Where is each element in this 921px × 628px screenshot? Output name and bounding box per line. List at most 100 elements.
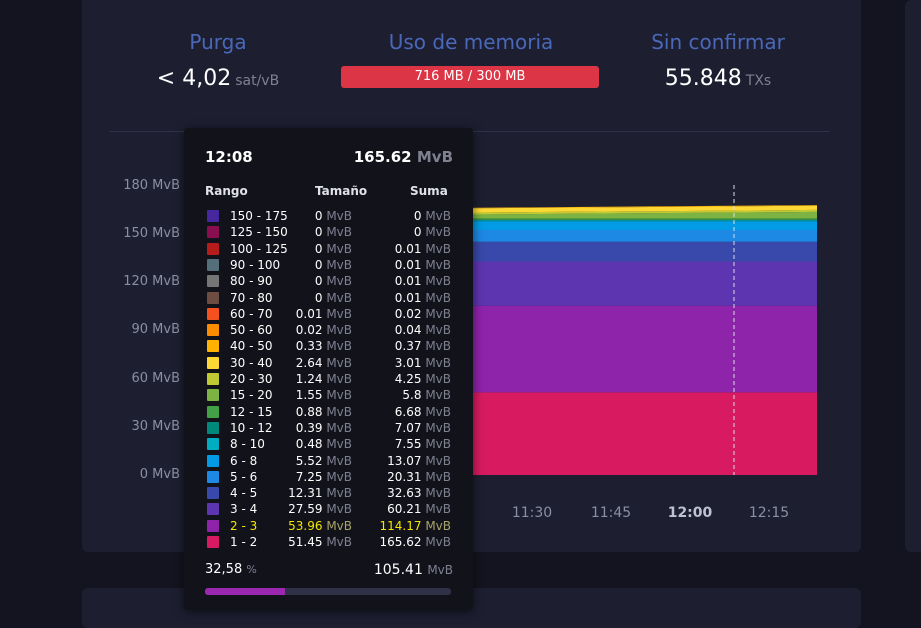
tooltip-row: 3 - 4 27.59 MvB 60.21 MvB	[205, 501, 455, 517]
range-size: 7.25 MvB	[296, 469, 352, 485]
range-sum-unit: MvB	[425, 339, 451, 354]
range-label: 10 - 12	[230, 420, 273, 435]
range-sum-unit: MvB	[425, 323, 451, 338]
range-size-unit: MvB	[326, 355, 352, 370]
range-sum-value: 20.31	[387, 469, 422, 484]
range-sum: 4.25 MvB	[395, 371, 451, 387]
range-swatch	[207, 275, 219, 288]
range-size-unit: MvB	[326, 323, 352, 338]
range-sum-value: 7.07	[394, 420, 422, 435]
range-size-value: 12.31	[288, 486, 323, 501]
range-sum-unit: MvB	[425, 502, 451, 517]
tooltip-row: 30 - 40 2.64 MvB 3.01 MvB	[205, 355, 455, 371]
range-size-unit: MvB	[326, 339, 352, 354]
range-sum: 0.01 MvB	[395, 257, 451, 273]
x-axis-label: 12:15	[748, 505, 790, 521]
range-size: 0.88 MvB	[296, 404, 352, 420]
range-sum-value: 165.62	[379, 535, 422, 549]
range-swatch	[207, 210, 219, 222]
tooltip-row: 10 - 12 0.39 MvB 7.07 MvB	[205, 420, 455, 436]
x-axis-label: 11:45	[590, 505, 632, 521]
tooltip-row: 125 - 150 0 MvB 0 MvB	[205, 224, 455, 240]
range-size-value: 1.24	[295, 372, 323, 386]
range-size-unit: MvB	[326, 469, 352, 484]
range-size-value: 5.52	[295, 453, 323, 468]
range-label: 4 - 5	[230, 486, 258, 501]
range-swatch	[207, 291, 219, 304]
range-size: 1.55 MvB	[296, 387, 352, 403]
tooltip-row: 2 - 3 53.96 MvB 114.17 MvB	[205, 518, 455, 534]
range-sum: 5.8 MvB	[402, 387, 451, 403]
range-swatch	[207, 373, 219, 385]
tooltip-header-sum: Suma	[410, 184, 448, 198]
range-sum-value: 4.25	[394, 372, 422, 386]
range-size-value: 0	[314, 290, 323, 305]
range-sum: 0 MvB	[414, 208, 451, 224]
range-sum: 20.31 MvB	[387, 469, 451, 485]
range-swatch	[207, 242, 219, 255]
range-sum-unit: MvB	[425, 257, 451, 272]
range-size-unit: MvB	[326, 535, 352, 549]
range-sum-unit: MvB	[425, 290, 451, 305]
range-swatch	[207, 340, 219, 353]
range-label: 70 - 80	[230, 290, 273, 305]
range-size-value: 0.39	[295, 420, 323, 435]
tooltip-row: 1 - 2 51.45 MvB 165.62 MvB	[205, 534, 455, 550]
range-sum: 114.17 MvB	[379, 518, 451, 534]
range-size-value: 0.02	[295, 323, 323, 338]
range-size: 0 MvB	[315, 257, 352, 273]
range-size-value: 0.33	[295, 339, 323, 354]
range-sum: 0.01 MvB	[395, 290, 451, 306]
tooltip-vbytes-unit: MvB	[427, 563, 453, 577]
range-sum-unit: MvB	[425, 518, 451, 533]
range-label: 90 - 100	[230, 257, 281, 272]
range-size: 0.33 MvB	[296, 338, 352, 354]
tooltip-row: 5 - 6 7.25 MvB 20.31 MvB	[205, 469, 455, 485]
range-label: 150 - 175	[230, 209, 288, 223]
range-sum-value: 0.01	[394, 274, 422, 289]
range-size: 0.39 MvB	[296, 420, 352, 436]
range-size: 0 MvB	[315, 241, 352, 257]
range-size: 5.52 MvB	[296, 453, 352, 469]
range-label: 40 - 50	[230, 339, 273, 354]
range-size-value: 0	[314, 225, 323, 240]
range-swatch	[207, 356, 219, 369]
range-size: 0 MvB	[315, 224, 352, 240]
tooltip-percent-value: 32,58	[205, 562, 243, 577]
range-size: 1.24 MvB	[296, 371, 352, 387]
range-sum: 60.21 MvB	[387, 501, 451, 517]
range-label: 1 - 2	[230, 535, 258, 549]
range-size-value: 0	[314, 257, 323, 272]
range-label: 125 - 150	[230, 225, 288, 240]
range-sum: 7.07 MvB	[395, 420, 451, 436]
range-size-unit: MvB	[326, 404, 352, 419]
range-sum-unit: MvB	[425, 420, 451, 435]
range-sum-value: 0	[413, 225, 422, 240]
range-sum-value: 5.8	[402, 388, 422, 403]
range-sum-value: 6.68	[394, 404, 422, 419]
range-sum-value: 0.04	[394, 323, 422, 338]
range-sum: 0.01 MvB	[395, 273, 451, 289]
range-swatch	[207, 226, 219, 239]
tooltip-row: 50 - 60 0.02 MvB 0.04 MvB	[205, 322, 455, 338]
range-sum-value: 0	[413, 209, 422, 223]
range-sum-value: 13.07	[387, 453, 422, 468]
range-size-unit: MvB	[326, 290, 352, 305]
range-size-value: 51.45	[288, 535, 323, 549]
range-size-unit: MvB	[326, 437, 352, 452]
range-sum-unit: MvB	[425, 388, 451, 403]
range-size: 0.02 MvB	[296, 322, 352, 338]
range-sum: 6.68 MvB	[395, 404, 451, 420]
tooltip-percent: 32,58 %	[205, 562, 257, 577]
range-size-value: 2.64	[295, 355, 323, 370]
range-size-value: 0.48	[295, 437, 323, 452]
tooltip-vbytes-value: 105.41	[373, 562, 423, 578]
range-sum-unit: MvB	[425, 437, 451, 452]
tooltip-progress-fill	[205, 588, 286, 595]
range-size: 0 MvB	[315, 290, 352, 306]
range-sum-value: 0.01	[394, 257, 422, 272]
range-size-value: 0	[314, 241, 323, 256]
range-size-value: 0	[314, 274, 323, 289]
range-swatch	[207, 536, 219, 548]
range-swatch	[207, 389, 219, 402]
